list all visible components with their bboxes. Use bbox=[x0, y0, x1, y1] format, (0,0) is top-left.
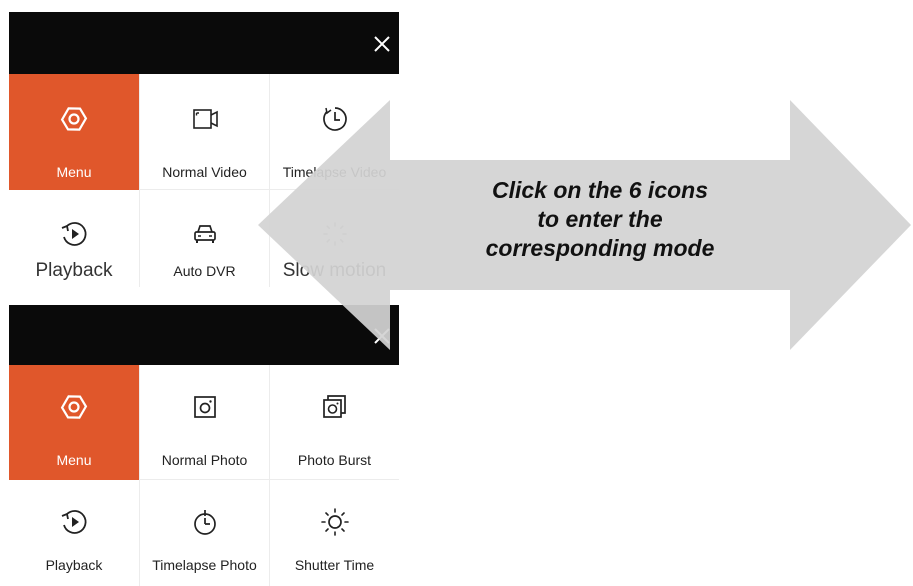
timelapse-video-label: Timelapse Video bbox=[282, 164, 387, 180]
photo-burst-label: Photo Burst bbox=[297, 452, 372, 468]
playback-label: Playback bbox=[45, 557, 103, 573]
car-icon bbox=[193, 225, 216, 243]
stopwatch-icon bbox=[193, 510, 216, 535]
title-bar bbox=[9, 12, 399, 74]
mode-menu-button[interactable]: Menu bbox=[9, 365, 139, 480]
playback-label: Playback bbox=[35, 260, 113, 281]
mode-menu-button[interactable]: Menu bbox=[9, 74, 139, 190]
playback-icon bbox=[61, 222, 87, 246]
title-bar bbox=[9, 305, 399, 365]
camera-mode-panel-photo: Menu Normal Photo Photo Burst Playback T… bbox=[9, 305, 399, 586]
hex-gear-icon bbox=[60, 395, 88, 419]
video-camera-icon bbox=[192, 109, 218, 129]
callout-line-3: corresponding mode bbox=[485, 235, 715, 261]
normal-video-label: Normal Video bbox=[162, 164, 247, 180]
callout-line-1: Click on the 6 icons bbox=[492, 177, 708, 203]
callout-line-2: to enter the bbox=[537, 206, 663, 232]
shutter-time-label: Shutter Time bbox=[294, 557, 375, 573]
mode-normal-video-button[interactable]: Normal Video bbox=[139, 74, 269, 190]
mode-playback-button[interactable]: Playback bbox=[9, 480, 139, 586]
burst-icon bbox=[322, 395, 346, 418]
close-icon[interactable] bbox=[371, 33, 393, 55]
close-icon[interactable] bbox=[371, 325, 393, 347]
normal-photo-label: Normal Photo bbox=[161, 452, 248, 468]
auto-dvr-label: Auto DVR bbox=[173, 263, 236, 279]
mode-timelapse-video-button[interactable]: Timelapse Video bbox=[269, 74, 399, 190]
mode-playback-button[interactable]: Playback bbox=[9, 190, 139, 287]
menu-label: Menu bbox=[56, 164, 92, 180]
callout-text: Click on the 6 icons to enter the corres… bbox=[420, 176, 780, 263]
hex-gear-icon bbox=[60, 107, 88, 131]
mode-timelapse-photo-button[interactable]: Timelapse Photo bbox=[139, 480, 269, 586]
mode-slow-motion-button[interactable]: Slow motion bbox=[269, 190, 399, 287]
camera-mode-panel-video: Menu Normal Video Timelapse Video Playba… bbox=[9, 12, 399, 287]
playback-icon bbox=[61, 510, 87, 534]
mode-auto-dvr-button[interactable]: Auto DVR bbox=[139, 190, 269, 287]
sun-icon bbox=[320, 508, 349, 536]
mode-shutter-time-button[interactable]: Shutter Time bbox=[269, 480, 399, 586]
menu-label: Menu bbox=[56, 452, 92, 468]
photo-camera-icon bbox=[193, 396, 216, 418]
mode-photo-burst-button[interactable]: Photo Burst bbox=[269, 365, 399, 480]
timer-icon bbox=[322, 107, 347, 131]
mode-normal-photo-button[interactable]: Normal Photo bbox=[139, 365, 269, 480]
slow-motion-label: Slow motion bbox=[282, 260, 387, 281]
slow-motion-icon bbox=[322, 222, 347, 246]
timelapse-photo-label: Timelapse Photo bbox=[152, 557, 257, 573]
